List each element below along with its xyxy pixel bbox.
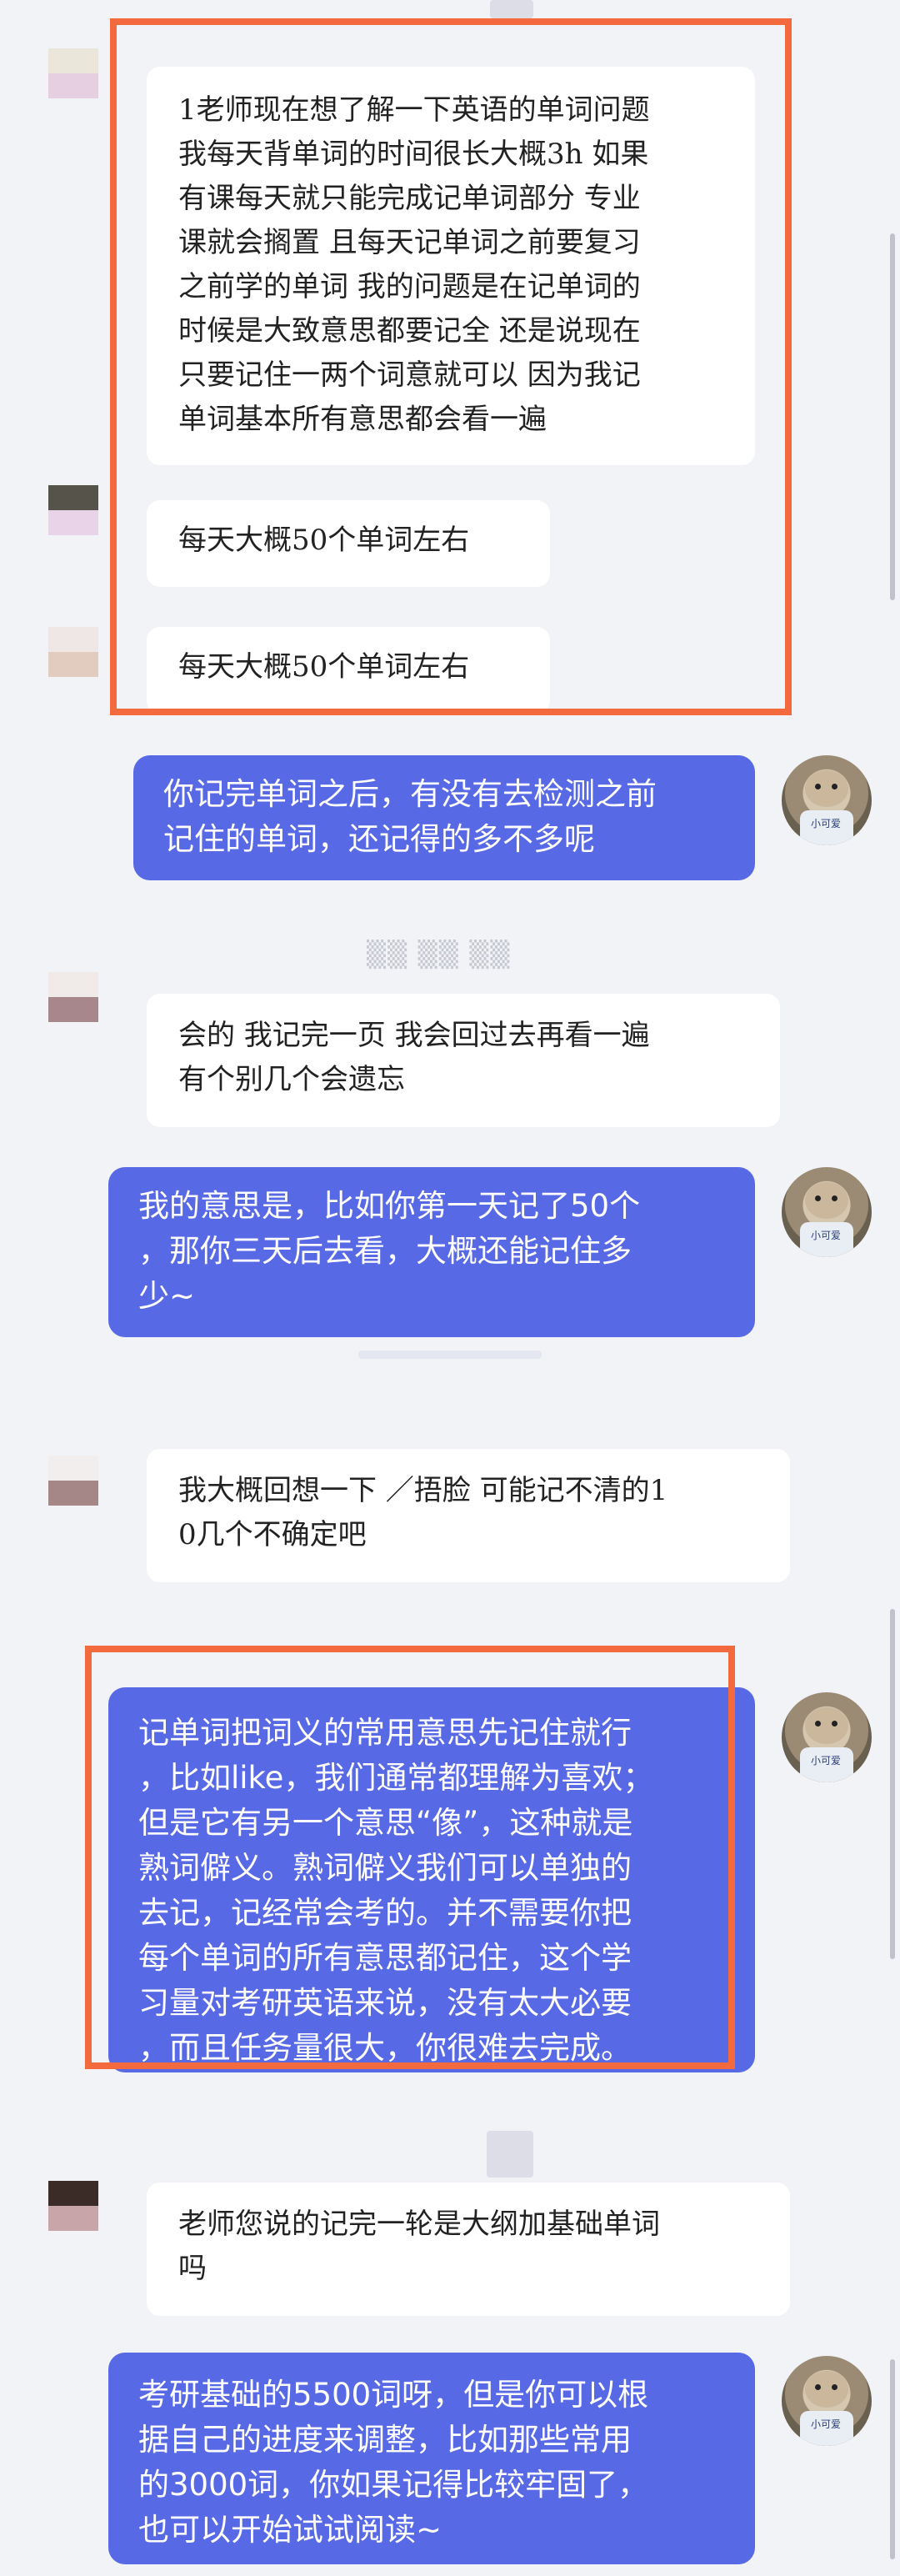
timestamp-placeholder: ▒▒ ▒▒ ▒▒ [367, 940, 512, 970]
highlight-box [85, 1646, 735, 2069]
student-avatar[interactable] [48, 485, 98, 535]
timestamp-placeholder [358, 1351, 542, 1359]
outgoing-message-bubble: 我的意思是，比如你第一天记了50个 ，那你三天后去看，大概还能记住多 少~ [108, 1167, 755, 1337]
student-avatar[interactable] [48, 627, 98, 677]
timestamp-placeholder [487, 2131, 533, 2178]
timestamp-placeholder [490, 0, 533, 18]
scrollbar-thumb[interactable] [890, 1609, 895, 1959]
student-avatar[interactable] [48, 48, 98, 98]
student-avatar[interactable] [48, 2181, 98, 2231]
scrollbar-thumb[interactable] [890, 2359, 895, 2559]
avatar-tag: 小可爱 [810, 818, 841, 829]
outgoing-message-bubble: 考研基础的5500词呀，但是你可以根 据自己的进度来调整，比如那些常用 的300… [108, 2353, 755, 2564]
incoming-message-bubble: 会的 我记完一页 我会回过去再看一遍 有个别几个会遗忘 [147, 994, 780, 1127]
teacher-avatar[interactable]: 小可爱 [782, 1692, 872, 1782]
student-avatar[interactable] [48, 1456, 98, 1506]
incoming-message-bubble: 我大概回想一下 ／捂脸 可能记不清的1 0几个不确定吧 [147, 1449, 790, 1582]
highlight-box [110, 18, 792, 715]
teacher-avatar[interactable]: 小可爱 [782, 755, 872, 845]
avatar-tag: 小可爱 [810, 1755, 841, 1767]
incoming-message-bubble: 老师您说的记完一轮是大纲加基础单词 吗 [147, 2183, 790, 2316]
avatar-tag: 小可爱 [810, 1230, 841, 1241]
scrollbar-thumb[interactable] [890, 233, 895, 600]
teacher-avatar[interactable]: 小可爱 [782, 1167, 872, 1257]
avatar-tag: 小可爱 [810, 2418, 841, 2430]
outgoing-message-bubble: 你记完单词之后，有没有去检测之前 记住的单词，还记得的多不多呢 [133, 755, 755, 880]
student-avatar[interactable] [48, 972, 98, 1022]
teacher-avatar[interactable]: 小可爱 [782, 2356, 872, 2446]
